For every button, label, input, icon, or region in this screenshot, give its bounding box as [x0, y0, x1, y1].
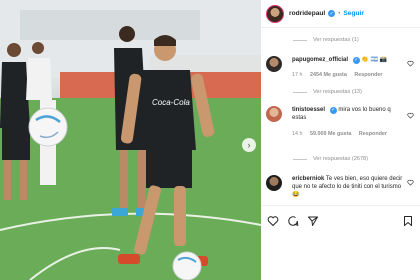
comment-meta: 14 h 59.009 Me gusta Responder — [292, 131, 393, 137]
comment-time: 14 h — [292, 131, 303, 137]
view-replies-link[interactable]: Ver respuestas (2678) — [293, 156, 368, 162]
comment-meta: 17 h 2454 Me gusta Responder — [292, 72, 389, 78]
heart-icon[interactable] — [407, 112, 414, 119]
comment-item: papugomez_official ✓ 👏 🇦🇷 📸 17 h 2454 Me… — [266, 56, 416, 84]
comment-text: tinistoessel ✓ mira vos lo bueno q estas — [292, 106, 406, 122]
comment-item: ericberniok Te ves bien, eso quiere deci… — [266, 175, 416, 203]
comment-likes[interactable]: 59.009 Me gusta — [310, 131, 351, 137]
heart-icon[interactable] — [267, 215, 279, 227]
heart-icon[interactable] — [407, 179, 414, 186]
comment-likes[interactable]: 2454 Me gusta — [310, 72, 347, 78]
comment-item: tinistoessel ✓ mira vos lo bueno q estas… — [266, 106, 416, 140]
view-replies-label: Ver respuestas (1) — [313, 37, 359, 43]
comment-time: 17 h — [292, 72, 303, 78]
jersey-sponsor: Coca-Cola — [152, 98, 190, 107]
avatar[interactable] — [266, 106, 282, 122]
comment-username[interactable]: papugomez_official — [292, 57, 348, 63]
chevron-right-icon: › — [247, 140, 251, 150]
view-replies-label: Ver respuestas (2678) — [313, 156, 369, 162]
view-replies-link[interactable]: Ver respuestas (1) — [293, 37, 359, 43]
avatar[interactable] — [266, 4, 284, 23]
ball-left — [28, 107, 68, 147]
reply-button[interactable]: Responder — [354, 72, 382, 78]
verified-badge-icon: ✓ — [328, 10, 336, 17]
share-icon[interactable] — [307, 215, 319, 227]
post-username[interactable]: rodridepaul — [289, 10, 325, 17]
comment-content: 👏 🇦🇷 📸 — [361, 57, 388, 63]
post-action-bar — [261, 205, 420, 235]
training-scene: Coca-Cola — [0, 0, 261, 280]
post-side-panel: rodridepaul ✓ • Seguir Ver respuestas (1… — [261, 0, 420, 280]
view-replies-label: Ver respuestas (13) — [313, 89, 362, 95]
avatar[interactable] — [266, 56, 282, 72]
view-replies-link[interactable]: Ver respuestas (13) — [293, 89, 362, 95]
reply-button[interactable]: Responder — [359, 131, 387, 137]
comment-text: ericberniok Te ves bien, eso quiere deci… — [292, 175, 406, 199]
post-header: rodridepaul ✓ • Seguir — [261, 0, 420, 28]
separator-dot: • — [338, 10, 341, 17]
comment-username[interactable]: ericberniok — [292, 176, 324, 182]
next-photo-button[interactable]: › — [242, 138, 256, 152]
comment-text: papugomez_official ✓ 👏 🇦🇷 📸 — [292, 56, 406, 64]
post-photo: Coca-Cola › — [0, 0, 261, 280]
avatar[interactable] — [266, 175, 282, 191]
divider-line — [293, 158, 307, 160]
divider-line — [293, 39, 307, 41]
divider-line — [293, 91, 307, 93]
ball-front — [172, 251, 202, 280]
verified-badge-icon: ✓ — [329, 106, 337, 114]
comment-icon[interactable] — [287, 215, 299, 227]
follow-button[interactable]: Seguir — [343, 10, 364, 17]
heart-icon[interactable] — [407, 60, 414, 67]
comment-username[interactable]: tinistoessel — [292, 107, 325, 113]
bookmark-icon[interactable] — [402, 215, 414, 227]
verified-badge-icon: ✓ — [352, 56, 360, 64]
